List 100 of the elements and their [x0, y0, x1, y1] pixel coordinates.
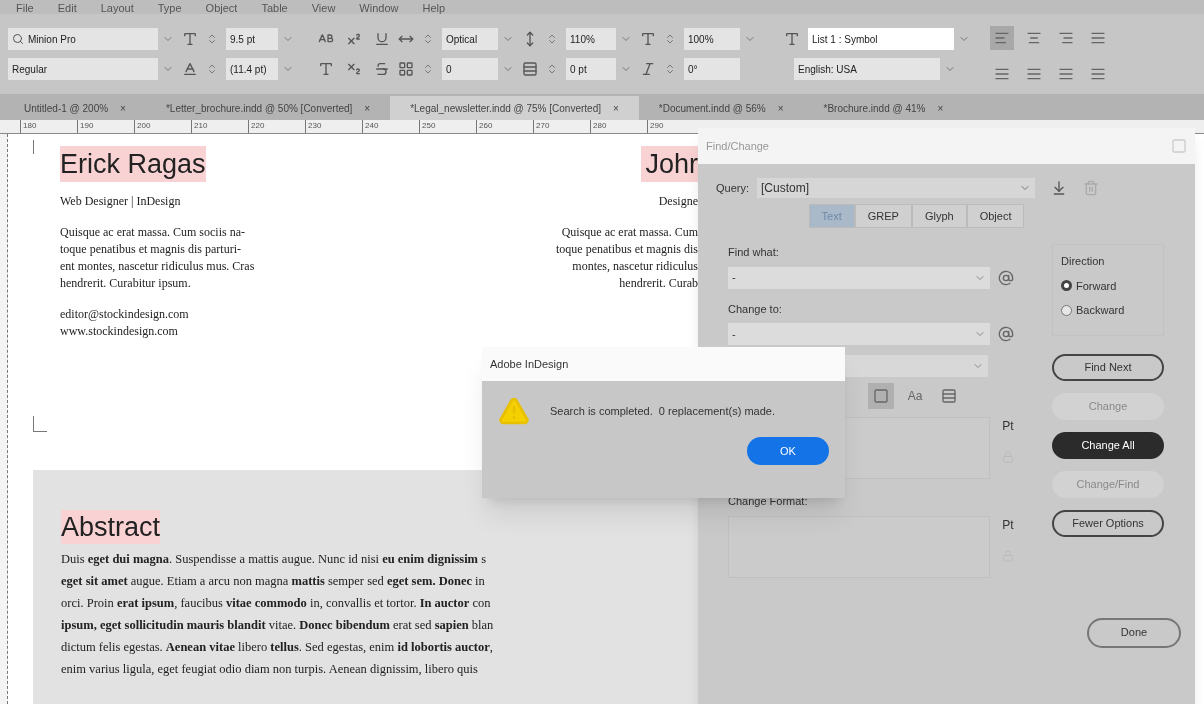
dialog-button[interactable]: Fewer Options [1052, 510, 1164, 537]
align-lines-icon [1026, 66, 1042, 82]
ruler-label: 270 [533, 120, 590, 133]
paragraph-align-button[interactable] [990, 26, 1014, 50]
leading-field[interactable]: (11.4 pt) [226, 58, 278, 80]
kerning-field[interactable]: Optical [442, 28, 498, 50]
website-text: www.stockindesign.com [60, 323, 179, 340]
skew-icon[interactable] [640, 61, 656, 77]
profile-bio: Quisque ac erat massa. Cum sociis na- toque penatibus et magnis dis parturi- ent montes, nascetur ridiculus mus. Cras hendrerit. Curabitur ipsum. [60, 224, 256, 292]
change-to-field[interactable]: - [728, 323, 990, 345]
square-icon [873, 388, 889, 404]
profile-name: Johr [641, 146, 698, 182]
ruler-label: 230 [305, 120, 362, 133]
align-lines-icon [1090, 66, 1106, 82]
ruler-label: 200 [134, 120, 191, 133]
save-icon[interactable] [1051, 180, 1067, 196]
font-family-field[interactable]: Minion Pro [8, 28, 158, 50]
ruler-label: 190 [77, 120, 134, 133]
character-style-field[interactable]: List 1 : Symbol [808, 28, 954, 50]
baseline-shift-field[interactable]: 0 pt [566, 58, 616, 80]
profile-role: Designe [658, 193, 698, 210]
search-icon [12, 33, 24, 45]
tracking-field[interactable]: 0 [442, 58, 498, 80]
align-lines-icon [1058, 66, 1074, 82]
menu-item[interactable]: File [16, 3, 34, 14]
underline-icon[interactable] [374, 31, 390, 47]
crop-mark [33, 416, 47, 432]
tab-close-icon[interactable]: × [613, 100, 619, 116]
menu-item[interactable]: View [311, 3, 336, 14]
horizontal-scale-field[interactable]: 100% [684, 28, 740, 50]
character-style-icon[interactable] [784, 31, 800, 47]
format-unit-label: Pt [1002, 418, 1014, 435]
dialog-tab[interactable]: Object [966, 204, 1025, 228]
special-characters-icon[interactable] [998, 269, 1014, 286]
strikethrough-icon[interactable] [374, 61, 390, 77]
alert-title: Adobe InDesign [490, 356, 569, 372]
skew-field[interactable]: 0° [684, 58, 740, 80]
leading-icon[interactable] [182, 61, 198, 77]
menu-item[interactable]: Help [422, 3, 446, 14]
abstract-paragraph: Duis eget dui magna. Suspendisse a mattis augue. Nunc id nisi eu enim dignissim s eget sit amet augue. Etiam a arcu non magna mattis semper sed eget sem. Donec in orci. Proin erat ipsum, faucibus vitae commodo in, convallis et tortor. In auctor con ipsum, eget sollicitudin mauris blandit vitae. Donec bibendum erat sed sapien blan dictum felis egestas. Aenean vitae libero tellus. Sed egestas, enim id lobortis auctor, enim varius ligula, eget feugiat odio diam non turpis. Aenean dignissim, libero quis [61, 551, 495, 678]
small-caps-icon[interactable] [318, 61, 334, 77]
email-text: editor@stockindesign.com [60, 306, 190, 323]
profile-bio: Quisque ac erat massa. Cum toque penatibus et magnis dis montes, nascetur ridiculus hendrerit. Curab [556, 224, 698, 292]
done-button[interactable]: Done [1087, 617, 1181, 648]
close-icon[interactable] [1171, 138, 1187, 154]
menu-item[interactable]: Type [157, 3, 182, 14]
font-family-value: Minion Pro [28, 32, 76, 47]
document-tab[interactable]: *Legal_newsletter.indd @ 75% [Converted] × [390, 96, 639, 120]
menu-item[interactable]: Object [205, 3, 238, 14]
warning-icon [498, 395, 530, 427]
profile-role: Web Designer | InDesign [60, 193, 182, 210]
ruler-label: 250 [419, 120, 476, 133]
lines-icon [941, 388, 957, 404]
ruler-label: 180 [20, 120, 77, 133]
change-to-label: Change to: [728, 301, 783, 317]
direction-radio[interactable]: Backward [1061, 302, 1155, 319]
superscript-icon[interactable] [346, 31, 362, 47]
align-lines-icon [1090, 30, 1106, 46]
dialog-title: Find/Change [706, 138, 769, 154]
case-sensitive-toggle[interactable]: Aa [902, 383, 928, 409]
align-lines-icon [994, 66, 1010, 82]
query-dropdown[interactable]: [Custom] [757, 178, 1035, 198]
trash-icon[interactable] [1083, 180, 1099, 196]
ruler-label: 210 [191, 120, 248, 133]
master-pages-toggle[interactable] [868, 383, 894, 409]
special-characters-icon[interactable] [998, 326, 1014, 342]
direction-label: Direction [1061, 254, 1106, 269]
align-lines-icon [994, 30, 1010, 46]
horizontal-scale-icon[interactable] [640, 31, 656, 47]
tab-close-icon[interactable]: × [364, 100, 371, 116]
menu-item[interactable]: Layout [100, 3, 134, 14]
profile-name: Erick Ragas [60, 146, 206, 182]
vertical-scale-field[interactable]: 110% [566, 28, 616, 50]
tab-close-icon[interactable]: × [120, 100, 126, 116]
find-what-field[interactable]: - [728, 266, 990, 289]
language-field[interactable]: English: USA [794, 58, 940, 80]
alert-message: Search is completed. 0 replacement(s) made. [550, 403, 775, 419]
dialog-tab[interactable]: GREP [854, 204, 912, 228]
query-label: Query: [716, 180, 749, 196]
abstract-heading: Abstract [61, 510, 161, 544]
dialog-tab[interactable]: Glyph [911, 204, 967, 228]
format-unit-label: Pt [1002, 516, 1014, 534]
tab-close-icon[interactable]: × [937, 100, 944, 116]
direction-radio[interactable]: Forward [1061, 277, 1155, 294]
font-size-icon[interactable] [182, 31, 198, 47]
tab-close-icon[interactable]: × [777, 100, 784, 116]
font-size-field[interactable]: 9.5 pt [226, 28, 278, 50]
find-what-label: Find what: [728, 245, 780, 260]
dialog-button[interactable]: Find Next [1052, 354, 1164, 381]
ruler-label: 220 [248, 120, 305, 133]
menu-item[interactable]: Window [359, 3, 399, 14]
dialog-button[interactable]: Change All [1052, 432, 1164, 459]
subscript-icon[interactable] [346, 61, 362, 77]
ruler-label: 260 [476, 120, 533, 133]
align-lines-icon [1026, 30, 1042, 46]
ok-button[interactable]: OK [747, 437, 829, 465]
menu-item[interactable]: Table [261, 3, 288, 14]
font-style-field[interactable]: Regular [8, 58, 158, 80]
ruler-label: 280 [590, 120, 647, 133]
menu-item[interactable]: Edit [57, 3, 77, 14]
